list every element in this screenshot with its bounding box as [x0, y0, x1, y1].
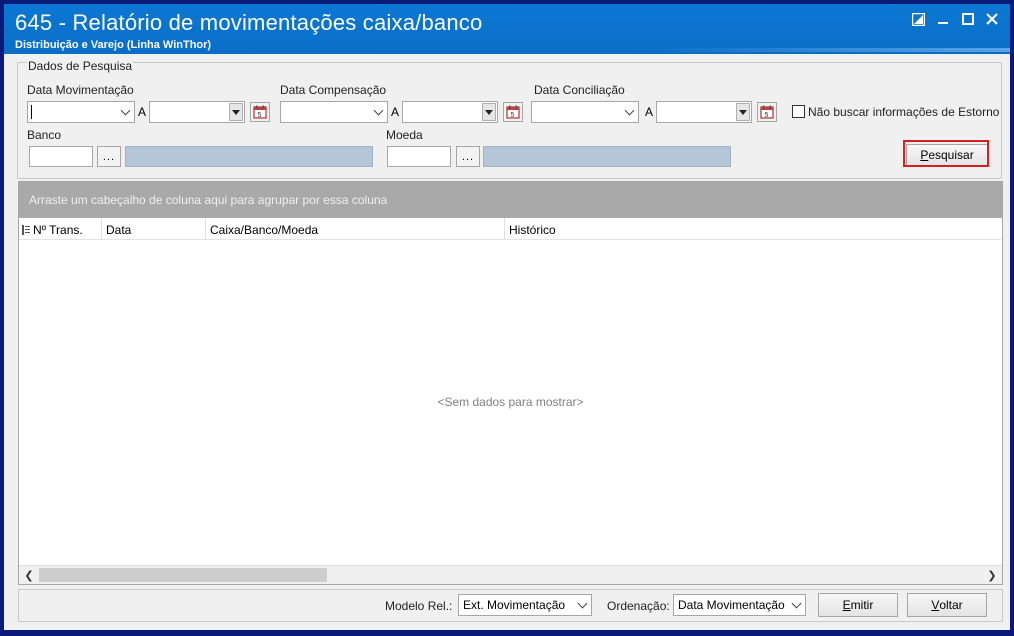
moeda-description-field — [483, 146, 731, 167]
group-by-panel[interactable]: Arraste um cabeçalho de coluna aqui para… — [19, 182, 1002, 218]
pesquisar-highlight — [903, 140, 989, 167]
calendar-icon[interactable]: 5 — [250, 102, 270, 122]
data-compensacao-label: Data Compensação — [280, 83, 387, 97]
data-conciliacao-label: Data Conciliação — [534, 83, 625, 97]
data-compensacao-start-combo[interactable] — [280, 101, 388, 123]
data-compensacao-end-combo[interactable] — [402, 101, 498, 123]
scrollbar-thumb[interactable] — [39, 568, 327, 582]
footer-bar: Modelo Rel.: Ext. Movimentação Ordenação… — [18, 589, 1003, 622]
range-separator: A — [645, 105, 654, 119]
data-movimentacao-label: Data Movimentação — [27, 83, 134, 97]
moeda-lookup-button[interactable]: ... — [456, 146, 480, 167]
data-movimentacao-start-combo[interactable] — [27, 101, 135, 123]
chevron-down-icon[interactable] — [116, 102, 134, 122]
range-separator: A — [138, 105, 147, 119]
window-subtitle: Distribuição e Varejo (Linha WinThor) — [15, 39, 212, 51]
banco-description-field — [125, 146, 373, 167]
column-header-caixa-banco-moeda[interactable]: Caixa/Banco/Moeda — [206, 218, 505, 240]
svg-text:5: 5 — [511, 112, 515, 119]
column-chooser-icon[interactable] — [22, 224, 30, 238]
moeda-code-input[interactable] — [387, 146, 451, 167]
column-header-ntrans[interactable]: Nº Trans. — [19, 218, 102, 240]
chevron-down-icon[interactable] — [573, 595, 591, 615]
title-bar: 645 - Relatório de movimentações caixa/b… — [4, 4, 1010, 54]
close-icon[interactable] — [983, 10, 1001, 28]
calendar-icon[interactable]: 5 — [757, 102, 777, 122]
banco-lookup-button[interactable]: ... — [97, 146, 121, 167]
maximize-icon[interactable] — [959, 10, 977, 28]
emitir-button[interactable]: Emitir — [818, 593, 898, 617]
range-separator: A — [391, 105, 400, 119]
voltar-button[interactable]: Voltar — [907, 593, 987, 617]
modelo-label: Modelo Rel.: — [385, 599, 453, 613]
dropdown-arrow-icon[interactable] — [229, 103, 243, 121]
ordenacao-select[interactable]: Data Movimentação — [673, 594, 806, 616]
title-decoration — [650, 48, 1010, 52]
scroll-right-icon[interactable]: ❯ — [984, 568, 1000, 582]
svg-text:5: 5 — [258, 112, 262, 119]
search-groupbox: Dados de Pesquisa Data Movimentação Data… — [17, 59, 1002, 179]
svg-text:5: 5 — [765, 112, 769, 119]
dropdown-arrow-icon[interactable] — [736, 103, 750, 121]
minimize-icon[interactable] — [934, 10, 952, 28]
calendar-icon[interactable]: 5 — [503, 102, 523, 122]
chevron-down-icon[interactable] — [369, 102, 387, 122]
data-conciliacao-end-combo[interactable] — [656, 101, 752, 123]
report-window: 645 - Relatório de movimentações caixa/b… — [3, 3, 1011, 631]
data-conciliacao-start-combo[interactable] — [531, 101, 639, 123]
modelo-select[interactable]: Ext. Movimentação — [458, 594, 592, 616]
banco-code-input[interactable] — [29, 146, 93, 167]
data-movimentacao-end-combo[interactable] — [149, 101, 245, 123]
dropdown-arrow-icon[interactable] — [482, 103, 496, 121]
banco-label: Banco — [27, 128, 62, 142]
estorno-label[interactable]: Não buscar informações de Estorno — [808, 105, 999, 119]
scroll-left-icon[interactable]: ❮ — [21, 568, 37, 582]
ordenacao-label: Ordenação: — [607, 599, 670, 613]
estorno-checkbox[interactable] — [792, 105, 805, 118]
column-header-historico[interactable]: Histórico — [505, 218, 1002, 240]
results-grid: Arraste um cabeçalho de coluna aqui para… — [18, 181, 1003, 585]
empty-grid-message: <Sem dados para mostrar> — [437, 395, 584, 409]
chevron-down-icon[interactable] — [787, 595, 805, 615]
grid-header: Nº Trans. Data Caixa/Banco/Moeda Históri… — [19, 218, 1002, 240]
search-group-title: Dados de Pesquisa — [27, 59, 134, 73]
moeda-label: Moeda — [386, 128, 423, 142]
restore-icon[interactable] — [909, 10, 927, 28]
window-title: 645 - Relatório de movimentações caixa/b… — [15, 10, 483, 35]
text-cursor — [31, 105, 32, 119]
chevron-down-icon[interactable] — [620, 102, 638, 122]
horizontal-scrollbar[interactable]: ❮ ❯ — [19, 565, 1002, 584]
column-header-data[interactable]: Data — [102, 218, 206, 240]
